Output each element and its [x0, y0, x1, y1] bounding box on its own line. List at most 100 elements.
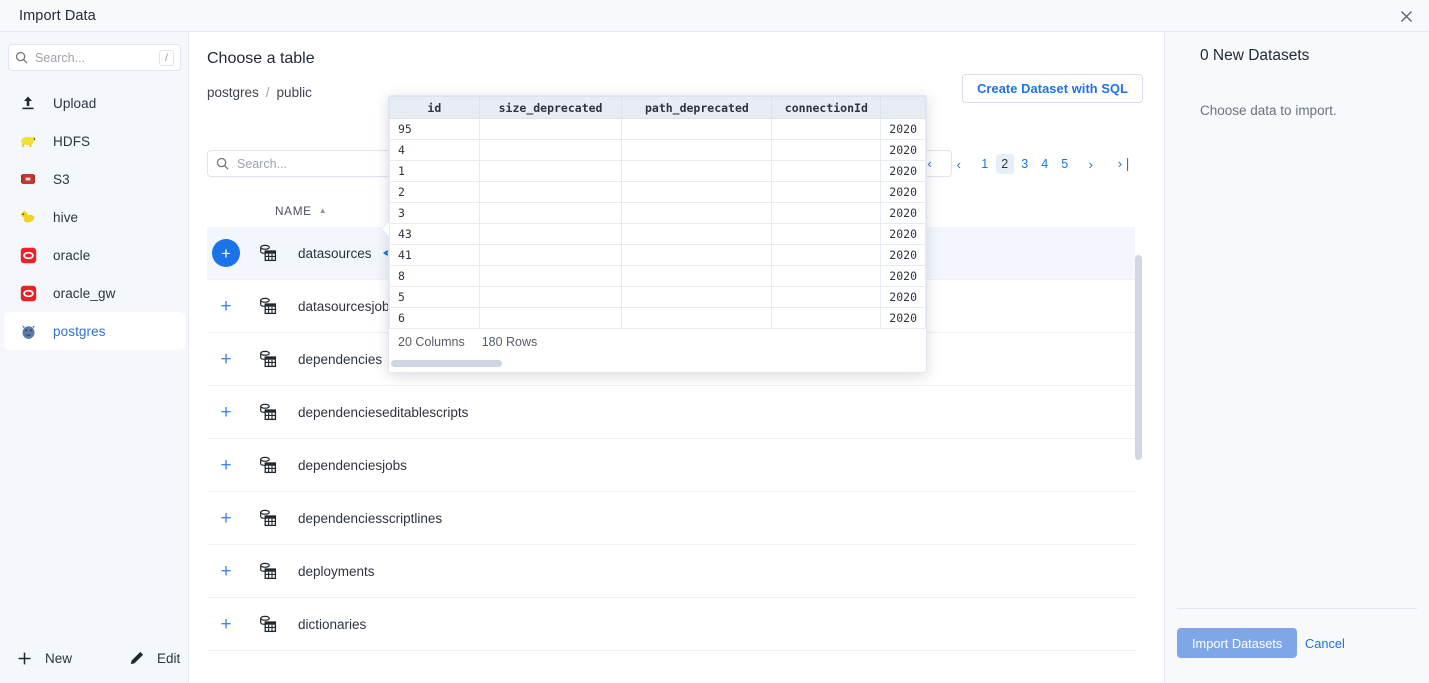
edit-connection-button[interactable]: Edit	[130, 651, 180, 666]
edit-button-label: Edit	[157, 651, 180, 666]
pagination-last[interactable]: ›❘	[1114, 154, 1137, 174]
pagination-page-4[interactable]: 4	[1036, 154, 1054, 174]
sidebar-item-label: hive	[53, 210, 78, 225]
preview-cell	[479, 119, 622, 140]
table-row-name: deployments	[298, 564, 375, 579]
pagination: ❘‹ ‹ 1 2 3 4 5 › ›❘	[907, 152, 1143, 176]
sidebar-item-hive[interactable]: hive	[4, 198, 185, 236]
add-table-button[interactable]: +	[212, 345, 240, 373]
preview-cell: 2020	[881, 287, 926, 308]
preview-cell: 2020	[881, 140, 926, 161]
preview-header-row: id size_deprecated path_deprecated conne…	[390, 97, 926, 119]
sidebar: Search... / Upload	[0, 32, 189, 683]
add-table-button[interactable]: +	[212, 239, 240, 267]
preview-col-connectionid[interactable]: connectionId	[772, 97, 881, 119]
add-table-button[interactable]: +	[212, 504, 240, 532]
preview-cell	[622, 287, 772, 308]
add-table-button[interactable]: +	[212, 292, 240, 320]
table-list-scrollbar[interactable]	[1135, 255, 1142, 460]
preview-row: 5 2020	[390, 287, 926, 308]
preview-horizontal-scrollbar[interactable]	[391, 360, 502, 367]
pagination-page-5[interactable]: 5	[1056, 154, 1074, 174]
sidebar-item-label: postgres	[53, 324, 106, 339]
cancel-button[interactable]: Cancel	[1305, 628, 1345, 658]
preview-cell: 41	[390, 245, 480, 266]
table-row[interactable]: + deployments	[207, 545, 1135, 598]
pagination-prev[interactable]: ‹	[950, 154, 968, 174]
preview-cell: 6	[390, 308, 480, 329]
preview-cell: 2020	[881, 245, 926, 266]
table-row[interactable]: + dependenciesscriptlines	[207, 492, 1135, 545]
import-datasets-button[interactable]: Import Datasets	[1177, 628, 1297, 658]
preview-col-next[interactable]	[881, 97, 926, 119]
table-row[interactable]: + dependencieseditablescripts	[207, 386, 1135, 439]
pagination-next[interactable]: ›	[1082, 154, 1100, 174]
add-table-button[interactable]: +	[212, 557, 240, 585]
preview-cell	[772, 224, 881, 245]
sidebar-item-oracle-gw[interactable]: oracle_gw	[4, 274, 185, 312]
preview-column-count: 20 Columns	[398, 335, 465, 349]
pagination-page-3[interactable]: 3	[1016, 154, 1034, 174]
sidebar-item-upload[interactable]: Upload	[4, 84, 185, 122]
preview-cell	[479, 161, 622, 182]
title-bar: Import Data	[0, 0, 1429, 32]
preview-col-size[interactable]: size_deprecated	[479, 97, 622, 119]
sidebar-item-label: oracle_gw	[53, 286, 115, 301]
preview-cell: 2020	[881, 266, 926, 287]
preview-cell	[622, 308, 772, 329]
window-title: Import Data	[19, 8, 96, 24]
oracle-icon	[18, 245, 38, 265]
pagination-page-2[interactable]: 2	[996, 154, 1014, 174]
preview-col-id[interactable]: id	[390, 97, 480, 119]
add-table-button[interactable]: +	[212, 451, 240, 479]
new-datasets-title: 0 New Datasets	[1200, 47, 1309, 65]
preview-row: 95 2020	[390, 119, 926, 140]
preview-row: 41 2020	[390, 245, 926, 266]
table-row[interactable]: + dependenciesjobs	[207, 439, 1135, 492]
right-panel-divider	[1177, 608, 1417, 609]
sidebar-search-placeholder: Search...	[35, 51, 159, 65]
sidebar-item-label: HDFS	[53, 134, 90, 149]
preview-cell	[479, 140, 622, 161]
add-table-button[interactable]: +	[212, 610, 240, 638]
pagination-page-1[interactable]: 1	[976, 154, 994, 174]
sidebar-item-hdfs[interactable]: HDFS	[4, 122, 185, 160]
new-datasets-subtitle: Choose data to import.	[1200, 103, 1337, 118]
sidebar-item-oracle[interactable]: oracle	[4, 236, 185, 274]
preview-row: 6 2020	[390, 308, 926, 329]
create-dataset-with-sql-button[interactable]: Create Dataset with SQL	[962, 74, 1143, 103]
breadcrumb-database[interactable]: postgres	[207, 85, 259, 100]
preview-row: 1 2020	[390, 161, 926, 182]
table-icon	[258, 349, 278, 369]
hdfs-icon	[18, 131, 38, 151]
add-table-button[interactable]: +	[212, 398, 240, 426]
preview-cell	[622, 224, 772, 245]
sidebar-item-label: oracle	[53, 248, 90, 263]
preview-col-path[interactable]: path_deprecated	[622, 97, 772, 119]
new-connection-button[interactable]: New	[17, 651, 72, 666]
preview-cell	[479, 245, 622, 266]
page-title: Choose a table	[207, 50, 315, 68]
preview-cell: 2020	[881, 203, 926, 224]
column-header-name[interactable]: NAME ▲	[275, 204, 327, 218]
preview-cell	[772, 140, 881, 161]
sidebar-item-postgres[interactable]: postgres	[4, 312, 185, 350]
table-icon	[258, 614, 278, 634]
table-row-name: dependencies	[298, 352, 382, 367]
preview-popup-arrow	[382, 222, 389, 236]
preview-cell	[622, 203, 772, 224]
sidebar-source-list: Upload HDFS	[0, 84, 189, 350]
sidebar-item-label: Upload	[53, 96, 96, 111]
sidebar-search-box[interactable]: Search... /	[8, 44, 181, 71]
preview-table: id size_deprecated path_deprecated conne…	[389, 96, 926, 329]
preview-cell	[772, 182, 881, 203]
table-row[interactable]: + dictionaries	[207, 598, 1135, 651]
preview-cell: 4	[390, 140, 480, 161]
sidebar-item-s3[interactable]: S3	[4, 160, 185, 198]
pencil-icon	[130, 651, 144, 665]
preview-row: 2 2020	[390, 182, 926, 203]
column-header-name-label: NAME	[275, 204, 312, 218]
preview-footer: 20 Columns 180 Rows	[389, 330, 926, 354]
close-icon[interactable]	[1395, 5, 1417, 27]
breadcrumb-schema[interactable]: public	[277, 85, 312, 100]
